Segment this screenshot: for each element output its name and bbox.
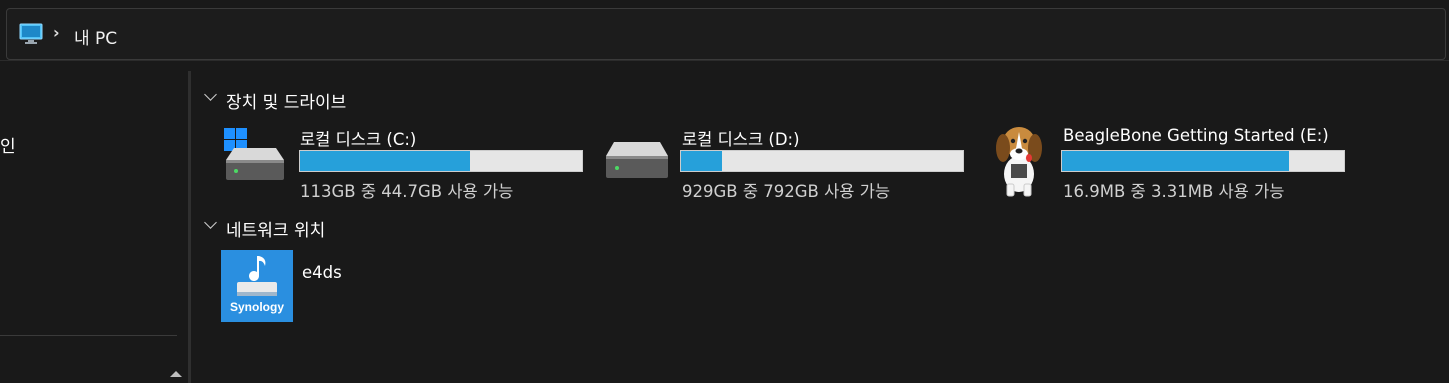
address-bar[interactable]: › 내 PC [6, 8, 1446, 60]
sidebar-scrollbar[interactable] [188, 71, 191, 383]
section-network-header[interactable]: 네트워크 위치 [226, 216, 325, 241]
breadcrumb-this-pc[interactable]: 내 PC [74, 24, 117, 49]
beagle-dog-icon [996, 127, 1042, 197]
breadcrumb-separator[interactable]: › [53, 23, 60, 42]
chevron-down-icon[interactable] [204, 216, 217, 229]
drive-usage-fill [300, 151, 471, 171]
drive-free-space: 113GB 중 44.7GB 사용 가능 [300, 182, 514, 201]
drive-name: BeagleBone Getting Started (E:) [1063, 126, 1329, 145]
drive-d[interactable]: 로컬 디스크 (D:) 929GB 중 792GB 사용 가능 [602, 122, 982, 202]
network-location-e4ds[interactable]: Synology e4ds [220, 249, 420, 323]
windows-drive-icon [224, 128, 284, 180]
drive-usage-fill [1062, 151, 1289, 171]
network-item-name: e4ds [302, 263, 342, 282]
header-divider [0, 60, 1449, 61]
drive-free-space: 16.9MB 중 3.31MB 사용 가능 [1063, 182, 1285, 201]
drive-usage-fill [681, 151, 723, 171]
drive-c[interactable]: 로컬 디스크 (C:) 113GB 중 44.7GB 사용 가능 [220, 122, 600, 202]
drive-usage-bar [1061, 150, 1345, 172]
chevron-down-icon[interactable] [204, 88, 217, 101]
hard-drive-icon [606, 142, 668, 178]
drive-e[interactable]: BeagleBone Getting Started (E:) 16.9MB 중… [984, 122, 1364, 202]
monitor-icon [19, 23, 43, 44]
drive-usage-bar [299, 150, 583, 172]
synology-badge-text: Synology [230, 300, 285, 314]
sidebar-item-label[interactable]: 인 [0, 132, 16, 157]
section-devices-header[interactable]: 장치 및 드라이브 [226, 88, 346, 113]
drive-usage-bar [680, 150, 964, 172]
drive-name: 로컬 디스크 (D:) [682, 130, 800, 149]
scroll-up-arrow-icon[interactable] [170, 371, 182, 377]
drive-name: 로컬 디스크 (C:) [300, 130, 417, 149]
navigation-pane: 인 [0, 61, 191, 383]
sidebar-divider [0, 335, 177, 336]
drive-free-space: 929GB 중 792GB 사용 가능 [682, 182, 891, 201]
